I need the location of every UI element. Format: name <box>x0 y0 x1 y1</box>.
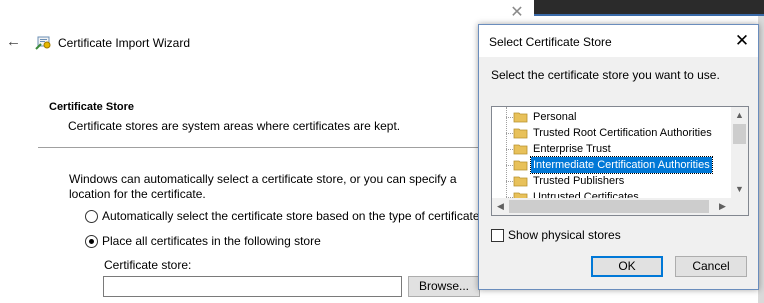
tree-connector <box>506 107 507 203</box>
browse-button[interactable]: Browse... <box>408 276 480 297</box>
background-window-strip <box>534 0 764 14</box>
show-physical-label: Show physical stores <box>508 228 621 242</box>
radio-auto-button[interactable] <box>85 209 98 223</box>
radio-place-all[interactable]: Place all certificates in the following … <box>85 234 321 248</box>
store-selection-paragraph: Windows can automatically select a certi… <box>69 172 457 201</box>
radio-auto-select[interactable]: Automatically select the certificate sto… <box>85 209 480 223</box>
wizard-close-icon[interactable]: ✕ <box>508 4 526 22</box>
separator <box>38 147 534 148</box>
show-physical-checkbox[interactable] <box>491 228 504 242</box>
certificate-store-input[interactable] <box>103 276 402 297</box>
horizontal-scroll-thumb[interactable] <box>509 200 709 213</box>
section-description: Certificate stores are system areas wher… <box>68 119 401 133</box>
vertical-scrollbar[interactable]: ▲ ▼ <box>731 107 748 198</box>
dialog-title: Select Certificate Store <box>489 35 612 49</box>
dialog-prompt: Select the certificate store you want to… <box>491 68 720 82</box>
cancel-button[interactable]: Cancel <box>675 256 747 277</box>
radio-auto-label: Automatically select the certificate sto… <box>102 209 480 223</box>
tree-item[interactable]: Trusted Publishers <box>513 173 626 189</box>
tree-item-label: Intermediate Certification Authorities <box>530 156 713 174</box>
scroll-down-icon[interactable]: ▼ <box>731 181 748 198</box>
tree-connector-branch <box>506 181 513 182</box>
certificate-wizard-icon <box>35 36 51 50</box>
wizard-title: Certificate Import Wizard <box>58 36 191 50</box>
tree-item-label: Enterprise Trust <box>533 143 611 155</box>
dialog-close-icon[interactable]: ✕ <box>732 31 752 51</box>
scroll-right-icon[interactable]: ▶ <box>714 198 731 215</box>
vertical-scroll-thumb[interactable] <box>733 124 746 144</box>
scroll-left-icon[interactable]: ◀ <box>492 198 509 215</box>
folder-icon <box>513 160 528 171</box>
show-physical-stores[interactable]: Show physical stores <box>491 228 621 242</box>
tree-item[interactable]: Enterprise Trust <box>513 141 613 157</box>
tree-item[interactable]: Trusted Root Certification Authorities <box>513 125 714 141</box>
certificate-store-label: Certificate store: <box>104 258 192 272</box>
certificate-import-wizard: ✕ ← Certificate Import Wizard Certificat… <box>0 0 534 303</box>
ok-button[interactable]: OK <box>591 256 663 277</box>
dialog-titlebar: Select Certificate Store ✕ <box>479 25 758 57</box>
section-heading: Certificate Store <box>49 101 134 113</box>
tree-item-label: Trusted Publishers <box>533 175 625 187</box>
store-tree[interactable]: Personal Trusted Root Certification Autho… <box>491 106 749 216</box>
scroll-corner <box>731 198 748 215</box>
tree-item[interactable]: Intermediate Certification Authorities <box>513 156 713 174</box>
tree-item-label: Trusted Root Certification Authorities <box>533 127 712 139</box>
tree-item[interactable]: Personal <box>513 109 578 125</box>
back-arrow-icon[interactable]: ← <box>6 34 24 50</box>
scroll-up-icon[interactable]: ▲ <box>731 107 748 124</box>
tree-item-label: Personal <box>533 111 577 123</box>
tree-connector-branch <box>506 133 513 134</box>
folder-icon <box>513 112 528 123</box>
tree-connector-branch <box>506 165 513 166</box>
folder-icon <box>513 144 528 155</box>
horizontal-scrollbar[interactable]: ◀ ▶ <box>492 198 731 215</box>
radio-place-label: Place all certificates in the following … <box>102 234 321 248</box>
background-window-accent <box>534 14 764 16</box>
folder-icon <box>513 176 528 187</box>
tree-connector-branch <box>506 149 513 150</box>
select-certificate-store-dialog: Select Certificate Store ✕ Select the ce… <box>478 24 759 290</box>
radio-place-button[interactable] <box>85 234 98 248</box>
folder-icon <box>513 128 528 139</box>
tree-connector-branch <box>506 117 513 118</box>
